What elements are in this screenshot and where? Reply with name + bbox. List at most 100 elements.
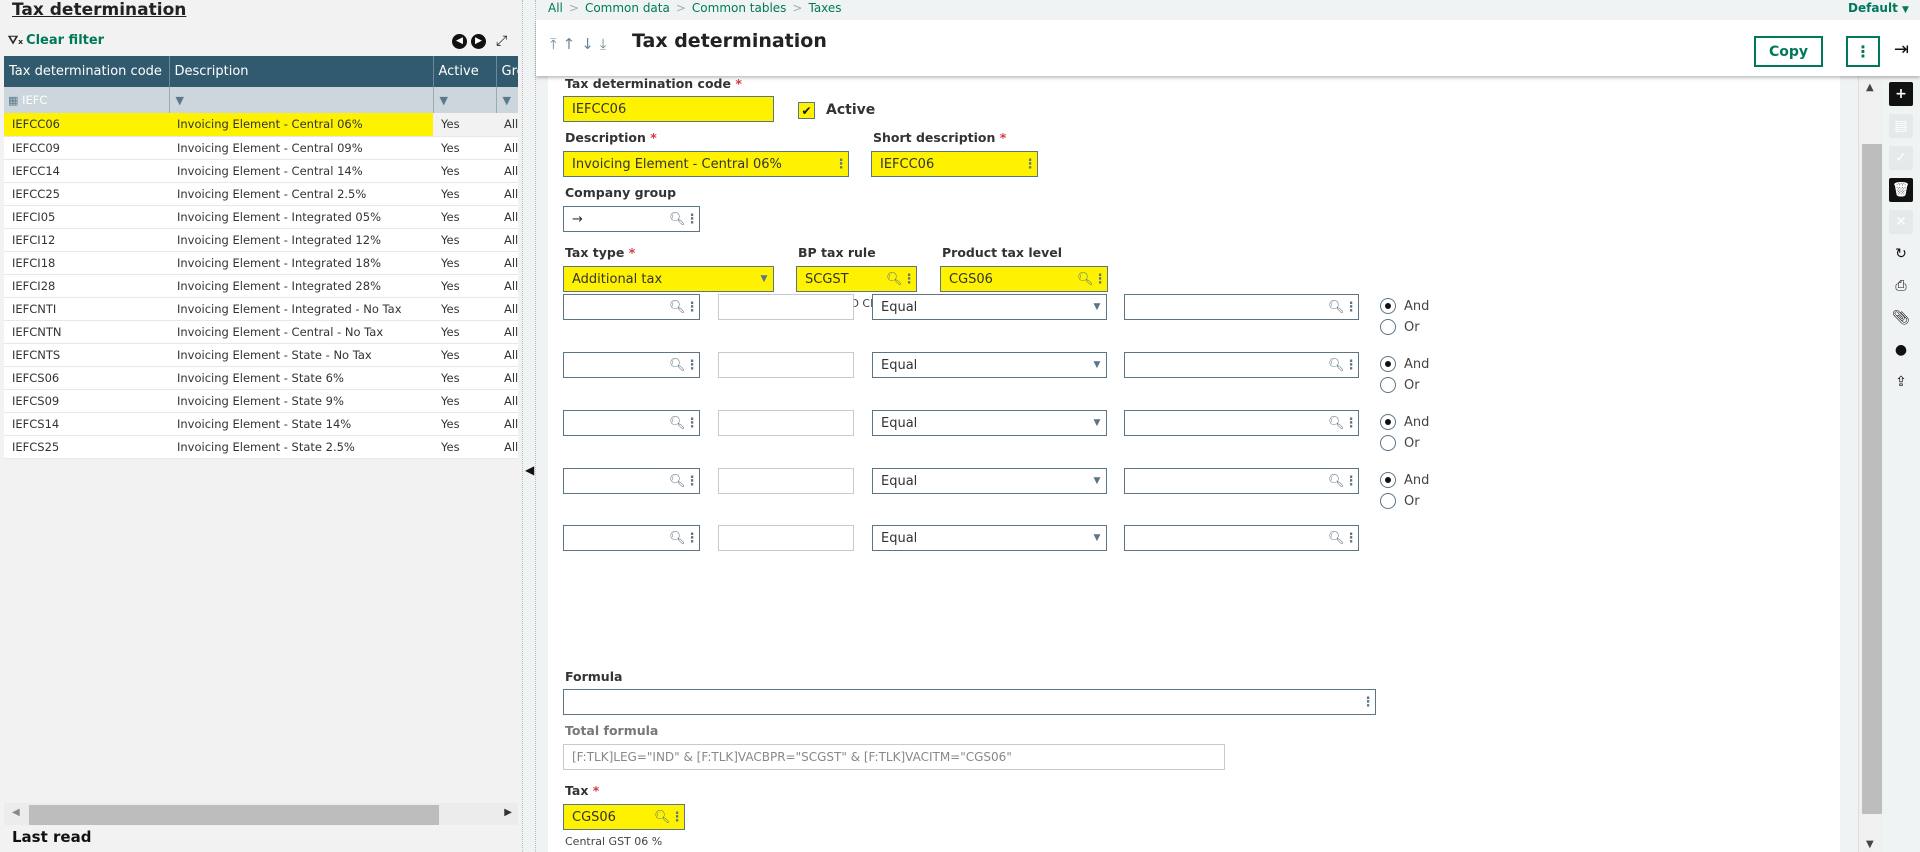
last-read-heading[interactable]: Last read — [12, 828, 91, 846]
company-group-field[interactable]: → 🔍︎ ⋮ — [563, 206, 700, 232]
active-cell[interactable]: Yes — [433, 274, 496, 298]
column-header-group[interactable]: Gro — [496, 56, 518, 87]
group-cell[interactable]: All — [496, 389, 518, 413]
group-cell[interactable]: All — [496, 435, 518, 459]
code-cell[interactable]: IEFCNTN — [4, 320, 169, 344]
search-icon[interactable]: 🔍︎ — [669, 474, 686, 489]
description-cell[interactable]: Invoicing Element - State 14% — [169, 412, 433, 436]
search-icon[interactable]: 🔍︎ — [669, 358, 686, 373]
condition-index-input[interactable] — [718, 525, 854, 551]
table-row[interactable]: IEFCS09 Invoicing Element - State 9% Yes Al… — [4, 389, 518, 413]
scroll-down-icon[interactable]: ▼ — [1866, 839, 1874, 850]
panel-splitter[interactable]: ◀ — [522, 0, 536, 852]
breadcrumb-common-tables[interactable]: Common tables — [692, 1, 787, 15]
column-header-description[interactable]: Description — [169, 56, 434, 87]
next-record-icon[interactable]: ↓ — [581, 35, 594, 53]
radio-button[interactable] — [1380, 377, 1396, 393]
table-row[interactable]: IEFCNTN Invoicing Element - Central - No … — [4, 320, 518, 344]
radio-button-selected[interactable] — [1380, 414, 1396, 430]
code-filter-value[interactable]: IEFC — [22, 93, 47, 107]
description-cell[interactable]: Invoicing Element - State - No Tax — [169, 343, 433, 367]
active-cell[interactable]: Yes — [433, 159, 496, 183]
code-cell[interactable]: IEFCC09 — [4, 136, 169, 160]
formula-field[interactable]: ⋮ — [563, 689, 1376, 715]
list-title[interactable]: Tax determination — [12, 0, 186, 20]
add-icon[interactable]: + — [1889, 82, 1913, 106]
more-options-icon[interactable]: ⋮ — [685, 300, 699, 315]
radio-or[interactable]: Or — [1380, 377, 1420, 393]
active-cell[interactable]: Yes — [433, 435, 496, 459]
description-cell[interactable]: Invoicing Element - State 6% — [169, 366, 433, 390]
code-filter-cell[interactable]: ▦ IEFC — [4, 87, 170, 113]
radio-button-selected[interactable] — [1380, 356, 1396, 372]
more-options-icon[interactable]: ⋮ — [1344, 416, 1358, 431]
description-filter-cell[interactable]: ▼ — [169, 87, 434, 113]
group-cell[interactable]: All — [496, 113, 518, 137]
clear-filter-button[interactable]: ⛛ₓ Clear filter — [8, 33, 104, 48]
more-options-icon[interactable]: ⋮ — [1093, 272, 1107, 287]
more-actions-button[interactable]: ⋮ — [1846, 36, 1880, 67]
table-row[interactable]: IEFCS06 Invoicing Element - State 6% Yes Al… — [4, 366, 518, 390]
scrollbar-thumb[interactable] — [29, 805, 439, 825]
next-icon[interactable]: ▶ — [471, 33, 486, 49]
active-filter-cell[interactable]: ▼ — [433, 87, 497, 113]
condition-index-input[interactable] — [718, 468, 854, 494]
search-icon[interactable]: 🔍︎ — [669, 531, 686, 546]
group-cell[interactable]: All — [496, 251, 518, 275]
scroll-left-icon[interactable]: ◀ — [12, 807, 20, 818]
active-cell[interactable]: Yes — [433, 113, 496, 137]
group-cell[interactable]: All — [496, 274, 518, 298]
condition-operator-select[interactable]: Equal ▼ — [872, 525, 1107, 551]
description-cell[interactable]: Invoicing Element - Central 2.5% — [169, 182, 433, 206]
code-cell[interactable]: IEFCI05 — [4, 205, 169, 229]
refresh-icon[interactable]: ↻ — [1889, 242, 1913, 266]
group-cell[interactable]: All — [496, 343, 518, 367]
active-cell[interactable]: Yes — [433, 297, 496, 321]
exit-icon[interactable]: ⇥ — [1894, 39, 1909, 60]
table-row[interactable]: IEFCC25 Invoicing Element - Central 2.5% Y… — [4, 182, 518, 206]
table-row[interactable]: IEFCI18 Invoicing Element - Integrated 18… — [4, 251, 518, 275]
group-cell[interactable]: All — [496, 320, 518, 344]
active-cell[interactable]: Yes — [433, 251, 496, 275]
active-cell[interactable]: Yes — [433, 205, 496, 229]
table-row[interactable]: IEFCNTI Invoicing Element - Integrated - … — [4, 297, 518, 321]
search-icon[interactable]: 🔍︎ — [1077, 272, 1094, 287]
code-cell[interactable]: IEFCS06 — [4, 366, 169, 390]
group-cell[interactable]: All — [496, 297, 518, 321]
code-cell[interactable]: IEFCS14 — [4, 412, 169, 436]
condition-operator-select[interactable]: Equal ▼ — [872, 294, 1107, 320]
table-row[interactable]: IEFCS14 Invoicing Element - State 14% Yes A… — [4, 412, 518, 436]
breadcrumb-taxes[interactable]: Taxes — [808, 1, 841, 15]
more-options-icon[interactable]: ⋮ — [685, 531, 699, 546]
scroll-up-icon[interactable]: ▲ — [1866, 82, 1874, 93]
condition-value-input[interactable]: 🔍︎ ⋮ — [1124, 352, 1359, 378]
active-cell[interactable]: Yes — [433, 343, 496, 367]
more-options-icon[interactable]: ⋮ — [1344, 474, 1358, 489]
more-options-icon[interactable]: ⋮ — [685, 474, 699, 489]
more-options-icon[interactable]: ⋮ — [834, 157, 848, 172]
print-icon[interactable]: ⎙ — [1889, 274, 1913, 298]
description-cell[interactable]: Invoicing Element - Integrated 05% — [169, 205, 433, 229]
breadcrumb-all[interactable]: All — [548, 1, 563, 15]
scrollbar-thumb[interactable] — [1862, 144, 1882, 814]
attachment-icon[interactable]: 📎︎ — [1889, 306, 1913, 330]
more-options-icon[interactable]: ⋮ — [685, 358, 699, 373]
radio-button[interactable] — [1380, 493, 1396, 509]
column-header-active[interactable]: Active — [433, 56, 497, 87]
radio-and[interactable]: And — [1380, 356, 1429, 372]
table-row[interactable]: IEFCI28 Invoicing Element - Integrated 28… — [4, 274, 518, 298]
code-cell[interactable]: IEFCS25 — [4, 435, 169, 459]
comment-icon[interactable]: ● — [1889, 338, 1913, 362]
radio-button-selected[interactable] — [1380, 298, 1396, 314]
search-icon[interactable]: 🔍︎ — [669, 212, 686, 227]
copy-button[interactable]: Copy — [1754, 36, 1823, 67]
table-row[interactable]: IEFCC06 Invoicing Element - Central 06% Ye… — [4, 113, 518, 137]
cancel-icon[interactable]: ✕ — [1889, 210, 1913, 234]
more-options-icon[interactable]: ⋮ — [1344, 531, 1358, 546]
description-cell[interactable]: Invoicing Element - Central 14% — [169, 159, 433, 183]
scroll-right-icon[interactable]: ▶ — [504, 807, 512, 818]
export-icon[interactable]: ⇪ — [1889, 370, 1913, 394]
vertical-scrollbar[interactable]: ▲ ▼ — [1858, 76, 1882, 852]
active-cell[interactable]: Yes — [433, 320, 496, 344]
condition-field-input[interactable]: 🔍︎ ⋮ — [563, 352, 700, 378]
